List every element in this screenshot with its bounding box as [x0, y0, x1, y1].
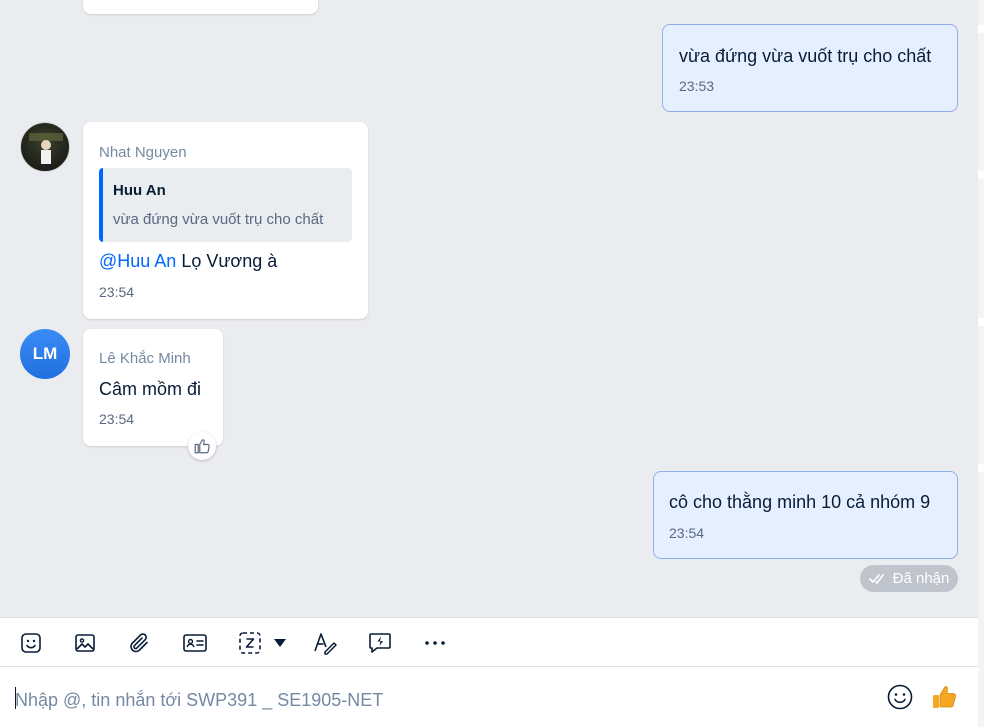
- composer-toolbar: [0, 617, 978, 667]
- screenshot-button[interactable]: [236, 629, 264, 657]
- send-like-button[interactable]: [929, 682, 959, 712]
- message-list[interactable]: vừa đứng vừa vuốt trụ cho chất 23:53 Nha…: [0, 0, 978, 617]
- sender-name: Lê Khắc Minh: [99, 350, 191, 367]
- image-button[interactable]: [71, 629, 99, 657]
- avatar[interactable]: LM: [20, 329, 70, 379]
- message-text: @Huu An Lọ Vương à: [99, 250, 277, 272]
- more-button[interactable]: [421, 629, 449, 657]
- thumbs-up-icon: [933, 686, 956, 708]
- message-time: 23:53: [679, 78, 715, 94]
- message-bubble-incoming[interactable]: Nhat Nguyen Huu An vừa đứng vừa vuốt trụ…: [83, 122, 368, 319]
- message-bubble-incoming[interactable]: Lê Khắc Minh Câm mồm đi 23:54: [83, 329, 223, 446]
- message-text: Câm mồm đi: [99, 379, 202, 399]
- sender-name: Nhat Nguyen: [99, 144, 187, 161]
- quick-message-icon: [369, 633, 391, 653]
- reply-quote[interactable]: Huu An vừa đứng vừa vuốt trụ cho chất: [99, 168, 352, 242]
- sticker-button[interactable]: [17, 629, 45, 657]
- reaction-button[interactable]: [188, 432, 216, 460]
- message-bubble-outgoing[interactable]: vừa đứng vừa vuốt trụ cho chất 23:53: [662, 24, 958, 112]
- text-format-icon: [314, 633, 337, 655]
- chevron-down-icon: [274, 639, 286, 647]
- more-icon: [425, 641, 445, 645]
- mention-link[interactable]: @Huu An: [99, 251, 176, 271]
- contact-card-button[interactable]: [181, 629, 209, 657]
- scrollbar-marker: [978, 318, 984, 326]
- avatar[interactable]: [20, 122, 70, 172]
- contact-card-icon: [183, 634, 207, 652]
- quote-text: vừa đứng vừa vuốt trụ cho chất: [113, 211, 324, 228]
- thumbs-up-outline-icon: [194, 439, 210, 454]
- message-bubble-partial: [83, 0, 318, 14]
- message-composer: [0, 667, 978, 727]
- emoji-icon: [887, 684, 913, 710]
- status-label: Đã nhận: [892, 570, 950, 587]
- attachment-icon: [130, 633, 148, 653]
- attach-button[interactable]: [125, 629, 153, 657]
- screenshot-icon: [239, 632, 261, 654]
- message-time: 23:54: [99, 411, 135, 427]
- message-time: 23:54: [99, 284, 135, 300]
- scrollbar-marker: [978, 25, 984, 33]
- message-time: 23:54: [669, 525, 705, 541]
- text-format-button[interactable]: [311, 629, 339, 657]
- quick-message-button[interactable]: [366, 629, 394, 657]
- emoji-button[interactable]: [885, 682, 915, 712]
- quote-sender: Huu An: [113, 182, 166, 199]
- message-bubble-outgoing[interactable]: cô cho thằng minh 10 cả nhóm 9 23:54: [653, 471, 958, 559]
- screenshot-options-button[interactable]: [266, 629, 294, 657]
- image-icon: [75, 634, 95, 652]
- sticker-icon: [21, 633, 41, 653]
- message-text: vừa đứng vừa vuốt trụ cho chất: [679, 46, 932, 66]
- scrollbar-marker: [978, 171, 984, 179]
- avatar-photo-icon: [29, 133, 63, 171]
- message-text: cô cho thằng minh 10 cả nhóm 9: [669, 492, 931, 512]
- double-check-icon: [868, 573, 884, 584]
- status-badge: Đã nhận: [860, 565, 958, 592]
- message-body: Lọ Vương à: [176, 251, 278, 271]
- message-input[interactable]: [15, 687, 855, 713]
- scrollbar[interactable]: [978, 0, 984, 727]
- scrollbar-marker: [978, 464, 984, 472]
